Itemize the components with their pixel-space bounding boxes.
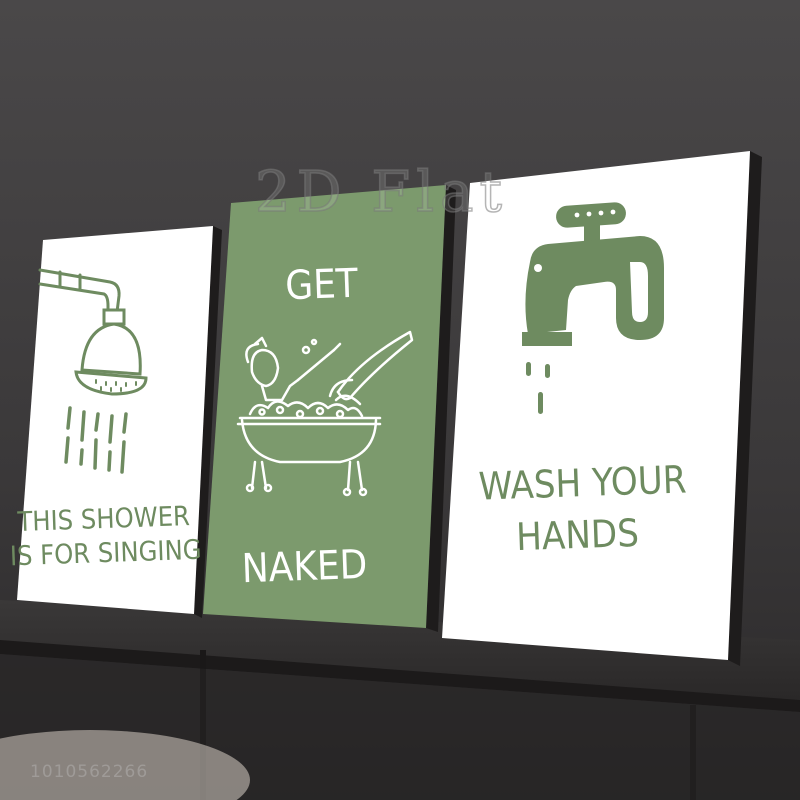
poster-bath-bottom-text: NAKED — [241, 542, 368, 592]
poster-shower-line-1: THIS SHOWER — [16, 501, 191, 538]
poster-bath: GET NAKED — [203, 185, 456, 632]
watermark-text: 2D Flat — [254, 159, 508, 226]
poster-faucet-line-1: WASH YOUR — [478, 457, 687, 508]
poster-faucet-line-2: HANDS — [515, 511, 639, 559]
poster-bath-top-text: GET — [284, 261, 359, 310]
poster-shower: THIS SHOWER IS FOR SINGING — [9, 226, 222, 618]
poster-faucet: WASH YOUR HANDS — [442, 151, 762, 666]
scene: THIS SHOWER IS FOR SINGING GET NAKED WAS… — [0, 0, 800, 800]
footer-code: 1010562266 — [30, 762, 149, 782]
